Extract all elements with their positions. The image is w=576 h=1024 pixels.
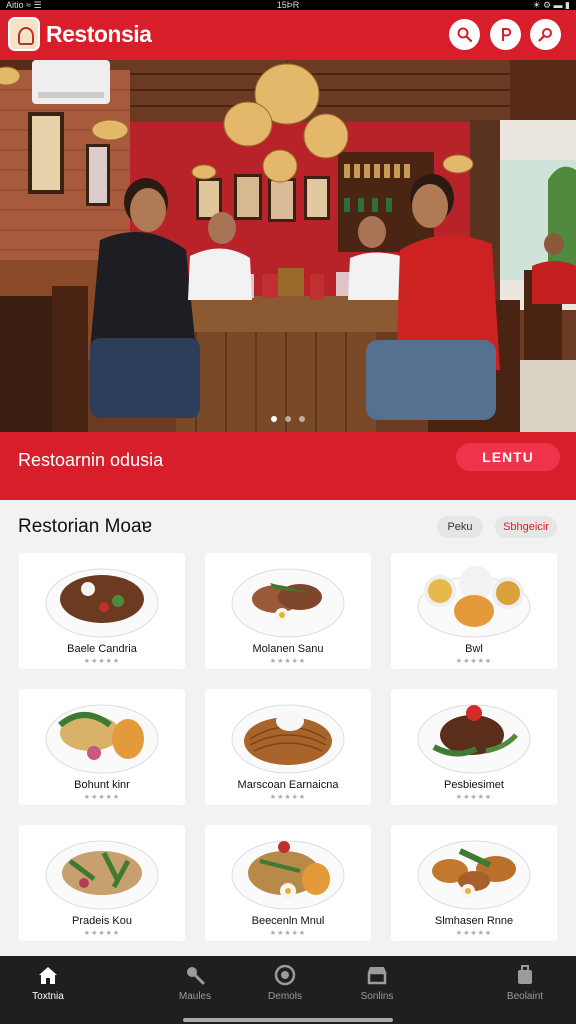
pin-icon <box>502 28 512 41</box>
rating-stars-icon: ★★★★★ <box>83 794 121 801</box>
rating-stars-icon: ★★★★★ <box>269 658 307 665</box>
dish-image <box>45 704 159 774</box>
dish-name: Pesbiesimet <box>444 779 504 791</box>
promo-button[interactable]: LENTU <box>456 443 560 471</box>
dish-name: Marscoan Earnaicna <box>237 779 339 791</box>
menu-card[interactable]: Slmhasen Rnne ★★★★★ <box>391 825 557 941</box>
carousel-dot[interactable] <box>285 416 291 422</box>
carousel-dot[interactable] <box>271 416 277 422</box>
nav-label: Demols <box>268 991 302 1002</box>
menu-card[interactable]: Beecenln Mnul ★★★★★ <box>205 825 371 941</box>
dish-name: Baele Candria <box>67 643 137 655</box>
home-icon <box>39 967 57 984</box>
menu-card[interactable]: Bohunt kinr ★★★★★ <box>19 689 185 805</box>
dish-image <box>417 704 531 774</box>
dish-name: Pradeis Kou <box>72 915 132 927</box>
store-icon <box>367 967 387 985</box>
rating-stars-icon: ★★★★★ <box>455 658 493 665</box>
menu-card[interactable]: Bwl ★★★★★ <box>391 553 557 669</box>
dish-image <box>231 704 345 774</box>
app-title: Restonsia <box>46 21 152 47</box>
promo-text: Restoarnin odusia <box>18 450 164 470</box>
carousel-dot[interactable] <box>299 416 305 422</box>
section-title: Restorian Moaɐ <box>18 516 153 537</box>
dish-image <box>417 566 531 638</box>
promo-banner: Restoarnin odusia LENTU <box>0 432 576 500</box>
status-bar: Aitio ≈ ☰ 15ÞR ☀ ⚙ ▬ ▮ <box>0 0 576 10</box>
rating-stars-icon: ★★★★★ <box>269 930 307 937</box>
dish-name: Bohunt kinr <box>74 779 130 791</box>
menu-card[interactable]: Pradeis Kou ★★★★★ <box>19 825 185 941</box>
dish-image <box>231 840 345 910</box>
restaurant-interior-image <box>0 60 576 432</box>
nav-item-beolaint[interactable]: Beolaint <box>480 964 570 1014</box>
nav-label: Maules <box>178 991 212 1002</box>
nav-item-maules[interactable]: Maules <box>150 964 240 1014</box>
nav-item-sonlins[interactable]: Sonlins <box>332 964 422 1014</box>
rating-stars-icon: ★★★★★ <box>83 658 121 665</box>
dish-name: Molanen Sanu <box>252 643 324 655</box>
bottom-navigation: Toxtnia Maules Demols Sonlins Beolaint <box>0 956 576 1024</box>
dish-image <box>417 840 531 910</box>
bag-icon <box>518 965 532 984</box>
dish-name: Bwl <box>465 643 483 655</box>
search-button[interactable] <box>449 19 480 50</box>
filter-chip[interactable]: Sbhgeicir <box>495 516 557 538</box>
share-button[interactable] <box>530 19 561 50</box>
rating-stars-icon: ★★★★★ <box>83 930 121 937</box>
menu-card[interactable]: Molanen Sanu ★★★★★ <box>205 553 371 669</box>
dish-name: Slmhasen Rnne <box>434 915 514 927</box>
link-icon <box>538 28 552 42</box>
hero-carousel[interactable] <box>0 60 576 432</box>
status-time: 15ÞR <box>276 0 300 10</box>
filter-chip[interactable]: Peku <box>437 516 483 538</box>
nav-item-home[interactable]: Toxtnia <box>3 964 93 1014</box>
location-button[interactable] <box>490 19 521 50</box>
status-icons: ☀ ⚙ ▬ ▮ <box>532 0 570 10</box>
nav-label: Sonlins <box>360 991 394 1002</box>
nav-item-demols[interactable]: Demols <box>240 964 330 1014</box>
nav-label: Toxtnia <box>32 991 64 1002</box>
search-icon <box>457 27 473 43</box>
menu-card[interactable]: Pesbiesimet ★★★★★ <box>391 689 557 805</box>
app-logo-icon <box>8 17 40 51</box>
menu-card[interactable]: Marscoan Earnaicna ★★★★★ <box>205 689 371 805</box>
dish-image <box>45 840 159 910</box>
carousel-indicator[interactable] <box>0 416 576 422</box>
rating-stars-icon: ★★★★★ <box>269 794 307 801</box>
tools-icon <box>187 967 205 985</box>
dish-image <box>231 568 345 638</box>
dish-name: Beecenln Mnul <box>251 915 325 927</box>
menu-card[interactable]: Baele Candria ★★★★★ <box>19 553 185 669</box>
rating-stars-icon: ★★★★★ <box>455 930 493 937</box>
menu-section: Restorian Moaɐ Peku Sbhgeicir Baele Cand… <box>0 500 576 956</box>
dish-image <box>45 568 159 638</box>
nav-label: Beolaint <box>506 991 544 1002</box>
home-indicator[interactable] <box>183 1018 393 1022</box>
rating-stars-icon: ★★★★★ <box>455 794 493 801</box>
plate-icon <box>274 964 296 986</box>
app-bar: Restonsia <box>0 10 576 60</box>
